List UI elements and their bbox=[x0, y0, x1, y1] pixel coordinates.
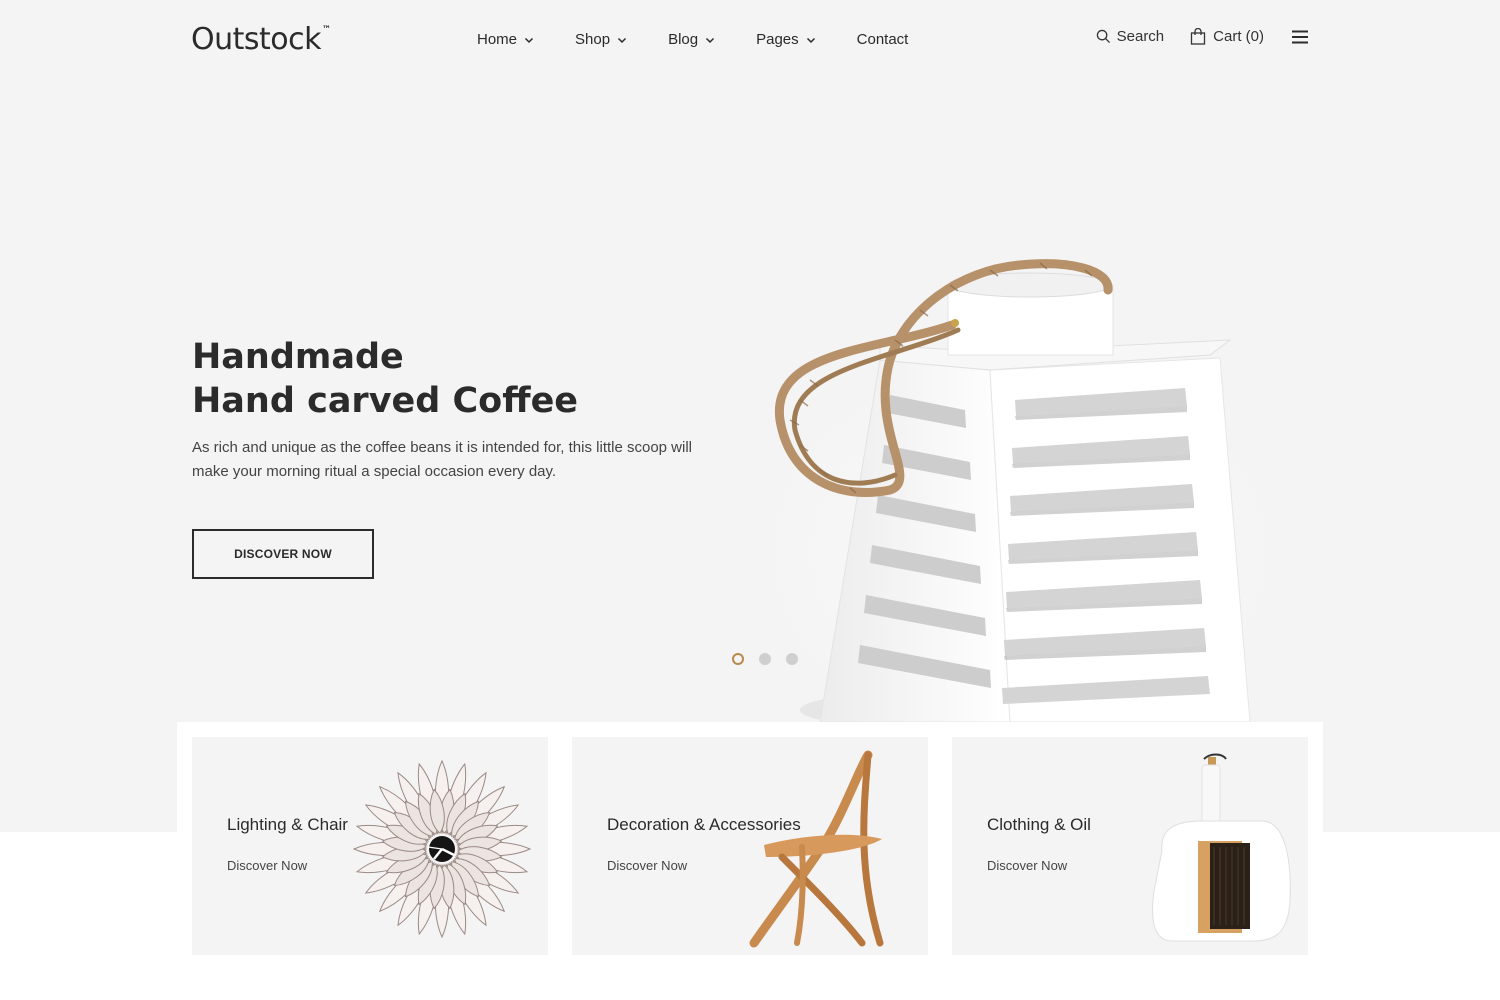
discover-now-link[interactable]: Discover Now bbox=[227, 858, 307, 873]
category-card-lighting-chair[interactable]: Lighting & Chair Discover Now bbox=[192, 737, 548, 955]
hero-description: As rich and unique as the coffee beans i… bbox=[192, 439, 693, 480]
slider-dot-1[interactable] bbox=[732, 653, 744, 665]
cart-button[interactable]: Cart (0) bbox=[1190, 28, 1264, 45]
chevron-down-icon bbox=[706, 37, 715, 43]
slider-dot-2[interactable] bbox=[759, 653, 771, 665]
nav-item-label: Contact bbox=[856, 31, 909, 48]
header-actions: Search Cart (0) bbox=[1096, 28, 1308, 45]
chevron-down-icon bbox=[618, 37, 627, 43]
chevron-down-icon bbox=[806, 37, 815, 43]
search-button[interactable]: Search bbox=[1096, 28, 1165, 45]
wooden-chair-icon bbox=[749, 750, 884, 948]
category-card-decoration-accessories[interactable]: Decoration & Accessories Discover Now bbox=[572, 737, 928, 955]
search-icon bbox=[1096, 29, 1110, 44]
search-label: Search bbox=[1116, 28, 1165, 45]
nav-item-home[interactable]: Home bbox=[477, 31, 535, 48]
category-title: Clothing & Oil bbox=[987, 815, 1091, 834]
wall-clock-icon bbox=[352, 759, 532, 939]
hero-title-line2: Hand carved Coffee bbox=[192, 381, 579, 421]
nav-item-blog[interactable]: Blog bbox=[668, 31, 716, 48]
slider-dots bbox=[732, 653, 813, 665]
site-header: Outstock™ Home Shop Blog Pages Contact S… bbox=[0, 0, 1500, 80]
hero-title-line1: Handmade bbox=[192, 337, 404, 377]
nav-item-shop[interactable]: Shop bbox=[575, 31, 628, 48]
main-nav: Home Shop Blog Pages Contact bbox=[477, 31, 908, 48]
lantern-image bbox=[720, 259, 1310, 722]
cart-label: Cart (0) bbox=[1213, 28, 1264, 45]
logo-trademark: ™ bbox=[322, 25, 331, 35]
slider-dot-3[interactable] bbox=[786, 653, 798, 665]
shopping-bag-icon bbox=[1191, 28, 1206, 45]
category-title: Lighting & Chair bbox=[227, 815, 348, 834]
nav-item-contact[interactable]: Contact bbox=[857, 31, 909, 48]
logo-text: Outstock bbox=[191, 22, 322, 57]
nav-item-label: Home bbox=[477, 31, 518, 48]
nav-item-label: Blog bbox=[668, 31, 699, 48]
chevron-down-icon bbox=[524, 37, 534, 43]
discover-now-link[interactable]: Discover Now bbox=[987, 858, 1067, 873]
nav-item-label: Shop bbox=[575, 31, 611, 48]
nav-item-pages[interactable]: Pages bbox=[756, 31, 817, 48]
discover-now-link[interactable]: Discover Now bbox=[607, 858, 687, 873]
menu-icon[interactable] bbox=[1292, 30, 1308, 44]
dustpan-brush-icon bbox=[1152, 753, 1291, 942]
discover-now-button[interactable]: DISCOVER NOW bbox=[192, 529, 374, 579]
nav-item-label: Pages bbox=[756, 31, 799, 48]
category-title: Decoration & Accessories bbox=[607, 815, 801, 834]
hero-title: Handmade Hand carved Coffee bbox=[192, 335, 578, 423]
category-card-clothing-oil[interactable]: Clothing & Oil Discover Now bbox=[952, 737, 1308, 955]
logo[interactable]: Outstock™ bbox=[191, 22, 331, 57]
